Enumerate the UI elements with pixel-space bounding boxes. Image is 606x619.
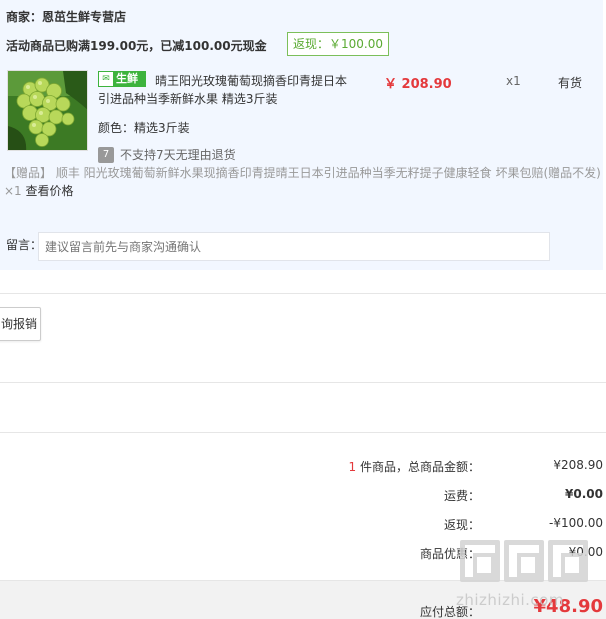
fresh-tag: ✉ 生鲜 [98,71,146,87]
product-price: ￥ 208.90 [384,77,452,92]
product-spec: 颜色：精选3斤装 [98,121,190,135]
payable-label: 应付总额： [419,605,480,619]
product-image[interactable] [7,70,88,151]
message-input[interactable] [38,232,550,261]
gift-line: 【赠品】 顺丰 阳光玫瑰葡萄新鲜水果现摘香印青提晴王日本引进品种当季无籽提子健康… [4,164,604,200]
promo-text: 活动商品已购满199.00元，已减100.00元现金 [6,39,267,53]
gift-text: 【赠品】 顺丰 阳光玫瑰葡萄新鲜水果现摘香印青提晴王日本引进品种当季无籽提子健康… [4,166,601,198]
return-policy: 7 不支持7天无理由退货 [98,146,236,163]
discount-value: ¥0.00 [568,545,603,559]
fresh-tag-label: 生鲜 [116,72,138,85]
goods-total-value: ¥208.90 [553,458,603,472]
count-suffix: 件商品，总商品金额： [356,460,480,474]
report-button[interactable]: 询报销 [0,307,41,341]
rebate-value: -¥100.00 [549,516,603,530]
shipping-label: 运费： [443,489,480,503]
payable-bar: 应付总额： ¥48.90 [0,580,606,619]
discount-label: 商品优惠： [419,547,480,561]
shop-name[interactable]: 商家：恩茁生鲜专营店 [6,8,126,25]
rebate-badge: 返现：￥100.00 [287,32,389,56]
divider [0,432,606,433]
payable-value: ¥48.90 [533,596,603,617]
no-return-icon: 7 [98,146,114,163]
view-price-link[interactable]: 查看价格 [26,184,74,198]
message-label: 留言： [6,238,43,252]
product-quantity: x1 [506,74,521,88]
rebate-label: 返现： [443,518,480,532]
order-panel: 商家：恩茁生鲜专营店 活动商品已购满199.00元，已减100.00元现金 返现… [0,0,603,270]
shipping-value: ¥0.00 [565,487,603,501]
return-policy-text: 不支持7天无理由退货 [120,148,236,162]
fresh-tag-icon: ✉ [99,72,113,86]
stock-status: 有货 [558,76,583,90]
divider [0,382,606,383]
divider [0,293,606,294]
goods-total-label: 1 件商品，总商品金额： [349,458,480,475]
